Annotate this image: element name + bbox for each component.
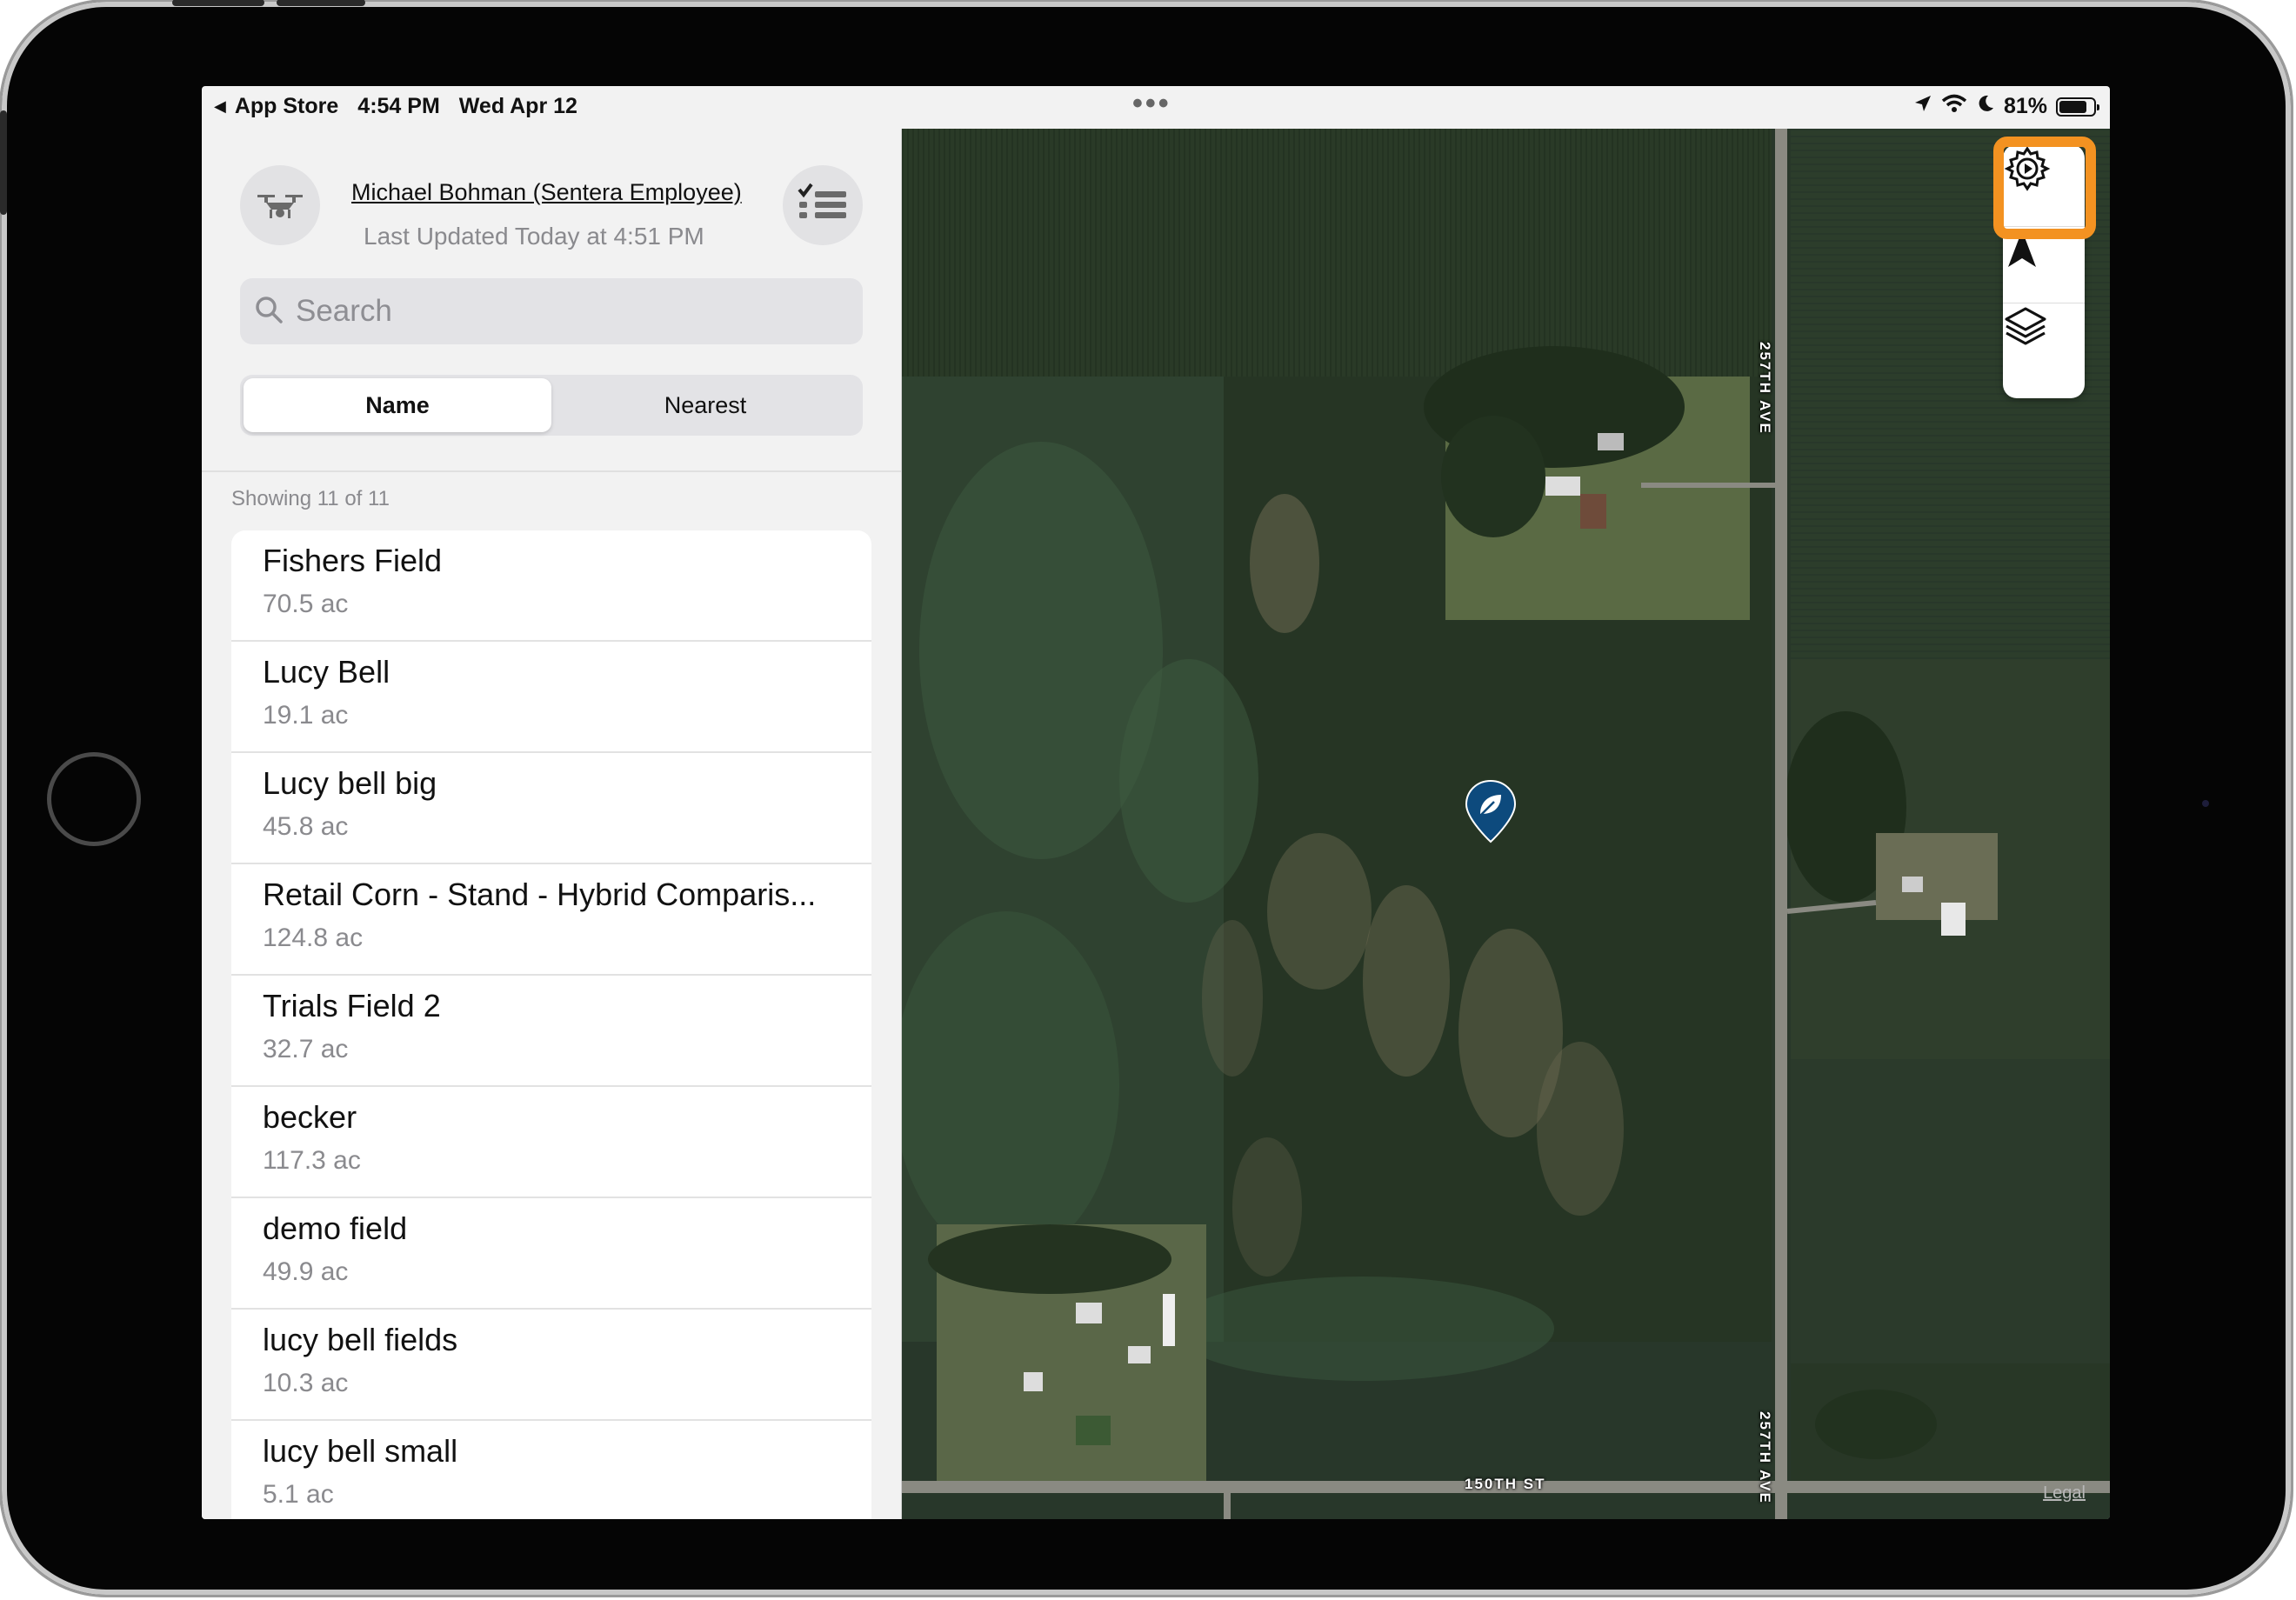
field-name: Fishers Field <box>263 543 443 578</box>
field-name: Retail Corn - Stand - Hybrid Comparis... <box>263 877 817 912</box>
layers-icon <box>2005 307 2046 345</box>
field-list: Fishers Field 70.5 ac Lucy Bell 19.1 ac … <box>231 530 871 1519</box>
ipad-frame: ◀ App Store 4:54 PM Wed Apr 12 ••• 81% M… <box>0 0 2291 1595</box>
search-input[interactable] <box>294 293 837 330</box>
road-label: 257TH AVE <box>1757 342 1773 435</box>
field-area: 5.1 ac <box>263 1480 334 1509</box>
field-name: becker <box>263 1099 357 1135</box>
drone-avatar[interactable] <box>240 165 320 245</box>
field-name: Trials Field 2 <box>263 988 441 1023</box>
status-date: Wed Apr 12 <box>458 94 577 118</box>
sidebar: Michael Bohman (Sentera Employee) Last U… <box>202 129 902 1519</box>
sort-name-tab[interactable]: Name <box>244 378 551 432</box>
field-area: 49.9 ac <box>263 1257 349 1286</box>
side-button <box>0 110 7 215</box>
showing-count: Showing 11 of 11 <box>231 487 390 510</box>
multitasking-dots-icon[interactable]: ••• <box>1132 89 1171 118</box>
field-name: lucy bell fields <box>263 1322 458 1357</box>
list-item[interactable]: Retail Corn - Stand - Hybrid Comparis...… <box>231 864 871 976</box>
divider <box>202 470 901 472</box>
status-bar: ◀ App Store 4:54 PM Wed Apr 12 ••• 81% <box>202 86 2110 129</box>
user-name-link[interactable]: Michael Bohman (Sentera Employee) <box>351 179 742 206</box>
task-list-button[interactable] <box>783 165 863 245</box>
sort-segmented-control: Name Nearest <box>240 375 863 436</box>
list-item[interactable]: Lucy bell big 45.8 ac <box>231 753 871 864</box>
camera-dot <box>2202 800 2209 807</box>
sort-nearest-tab[interactable]: Nearest <box>551 378 859 432</box>
volume-button <box>277 0 365 6</box>
search-icon <box>254 295 284 329</box>
list-item[interactable]: demo field 49.9 ac <box>231 1198 871 1310</box>
legal-link[interactable]: Legal <box>2043 1483 2086 1503</box>
road-label: 150TH ST <box>1465 1476 1546 1492</box>
field-area: 32.7 ac <box>263 1035 349 1063</box>
status-time: 4:54 PM <box>357 94 440 118</box>
screen: ◀ App Store 4:54 PM Wed Apr 12 ••• 81% M… <box>202 86 2110 1519</box>
map-layers-button[interactable] <box>2003 303 2085 380</box>
last-updated-text: Last Updated Today at 4:51 PM <box>364 223 704 250</box>
battery-percent: 81% <box>2003 94 2047 118</box>
list-item[interactable]: lucy bell small 5.1 ac <box>231 1421 871 1519</box>
moon-icon <box>1976 94 1995 119</box>
home-button[interactable] <box>47 752 141 846</box>
battery-icon <box>2056 97 2099 117</box>
field-area: 70.5 ac <box>263 590 349 618</box>
back-to-app-store[interactable]: App Store <box>235 94 338 119</box>
search-bar[interactable] <box>240 278 863 344</box>
back-arrow-icon[interactable]: ◀ <box>214 97 226 116</box>
satellite-map[interactable]: 257TH AVE 257TH AVE 150TH ST Legal <box>902 129 2110 1519</box>
list-item[interactable]: Fishers Field 70.5 ac <box>231 530 871 642</box>
field-name: demo field <box>263 1210 408 1246</box>
field-area: 19.1 ac <box>263 701 349 730</box>
field-area: 117.3 ac <box>263 1146 361 1175</box>
road-label: 257TH AVE <box>1757 1411 1773 1504</box>
settings-highlight-box <box>1993 137 2096 239</box>
field-name: lucy bell small <box>263 1433 458 1469</box>
field-area: 124.8 ac <box>263 923 364 952</box>
list-item[interactable]: Trials Field 2 32.7 ac <box>231 976 871 1087</box>
location-icon <box>1913 94 1932 119</box>
field-area: 10.3 ac <box>263 1369 349 1397</box>
list-item[interactable]: Lucy Bell 19.1 ac <box>231 642 871 753</box>
drone-icon <box>257 195 303 218</box>
volume-button <box>172 0 264 6</box>
wifi-icon <box>1941 94 1967 119</box>
field-name: Lucy Bell <box>263 654 390 690</box>
list-item[interactable]: lucy bell fields 10.3 ac <box>231 1310 871 1421</box>
field-name: Lucy bell big <box>263 765 437 801</box>
field-area: 45.8 ac <box>263 812 349 841</box>
list-item[interactable]: becker 117.3 ac <box>231 1087 871 1198</box>
checklist-icon <box>798 183 846 218</box>
